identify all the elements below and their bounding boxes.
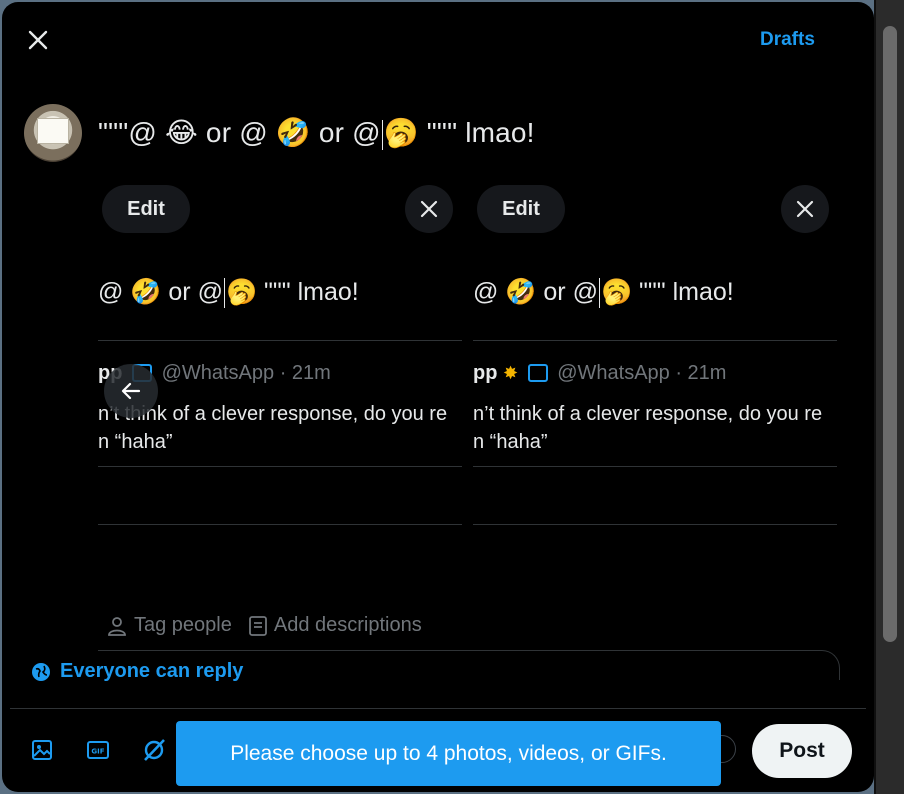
close-icon xyxy=(28,30,48,50)
close-button[interactable] xyxy=(20,22,56,58)
scrollbar[interactable] xyxy=(876,0,904,794)
reply-settings-button[interactable]: Everyone can reply xyxy=(30,660,243,683)
gif-button[interactable]: GIF xyxy=(84,736,112,764)
card-text: @ 🤣 or @ 🥱 """ lmao! xyxy=(98,278,359,309)
media-actions: Tag people Add descriptions xyxy=(106,614,438,637)
quoted-tweet-handle: pp ✸ @WhatsApp · 21m xyxy=(473,362,727,384)
carousel-back-button[interactable] xyxy=(104,364,158,418)
media-button[interactable] xyxy=(28,736,56,764)
compose-text-after: 🥱 """ lmao! xyxy=(383,117,535,148)
close-icon xyxy=(420,200,438,218)
remove-media-2-button[interactable] xyxy=(781,185,829,233)
post-button[interactable]: Post xyxy=(752,724,852,778)
document-icon xyxy=(248,615,267,636)
svg-text:GIF: GIF xyxy=(91,748,104,756)
edit-media-1-button[interactable]: Edit xyxy=(102,185,190,233)
media-preview-1[interactable]: @ 🤣 or @🥱 """ lmao! pp @WhatsApp · 21m n… xyxy=(98,182,462,542)
quoted-tweet-body: n’t think of a clever response, do you r… xyxy=(473,403,823,453)
tag-people-button[interactable]: Tag people xyxy=(106,614,232,637)
grok-button[interactable] xyxy=(140,736,168,764)
arrow-left-icon xyxy=(121,382,141,400)
divider xyxy=(10,708,866,709)
media-preview-2[interactable]: @ 🤣 or @ 🥱 """ lmao! pp ✸ @WhatsApp · 21m… xyxy=(473,182,837,542)
close-icon xyxy=(796,200,814,218)
card-text: @ 🤣 or @ 🥱 """ lmao! xyxy=(473,278,734,309)
edit-media-2-button[interactable]: Edit xyxy=(477,185,565,233)
globe-icon xyxy=(32,662,50,681)
toast-message: Please choose up to 4 photos, videos, or… xyxy=(176,721,721,786)
compose-toolbar: GIF xyxy=(28,736,168,764)
grok-icon xyxy=(144,739,165,761)
image-icon xyxy=(32,740,52,760)
avatar[interactable] xyxy=(24,104,82,162)
scrollbar-thumb[interactable] xyxy=(883,26,897,642)
text-caret xyxy=(381,119,383,150)
drafts-button[interactable]: Drafts xyxy=(760,29,815,51)
verified-badge-icon: ✸ xyxy=(503,363,519,383)
person-icon xyxy=(108,616,126,636)
compose-input[interactable]: """@ 😂 or @ 🤣 or @ 🥱 """ lmao! xyxy=(98,116,535,150)
add-descriptions-button[interactable]: Add descriptions xyxy=(248,614,422,637)
remove-media-1-button[interactable] xyxy=(405,185,453,233)
compose-modal: Drafts """@ 😂 or @ 🤣 or @ 🥱 """ lmao! @ 🤣… xyxy=(2,2,874,792)
compose-text-before: """@ 😂 or @ 🤣 or @ xyxy=(98,117,381,148)
gif-icon: GIF xyxy=(87,741,109,759)
